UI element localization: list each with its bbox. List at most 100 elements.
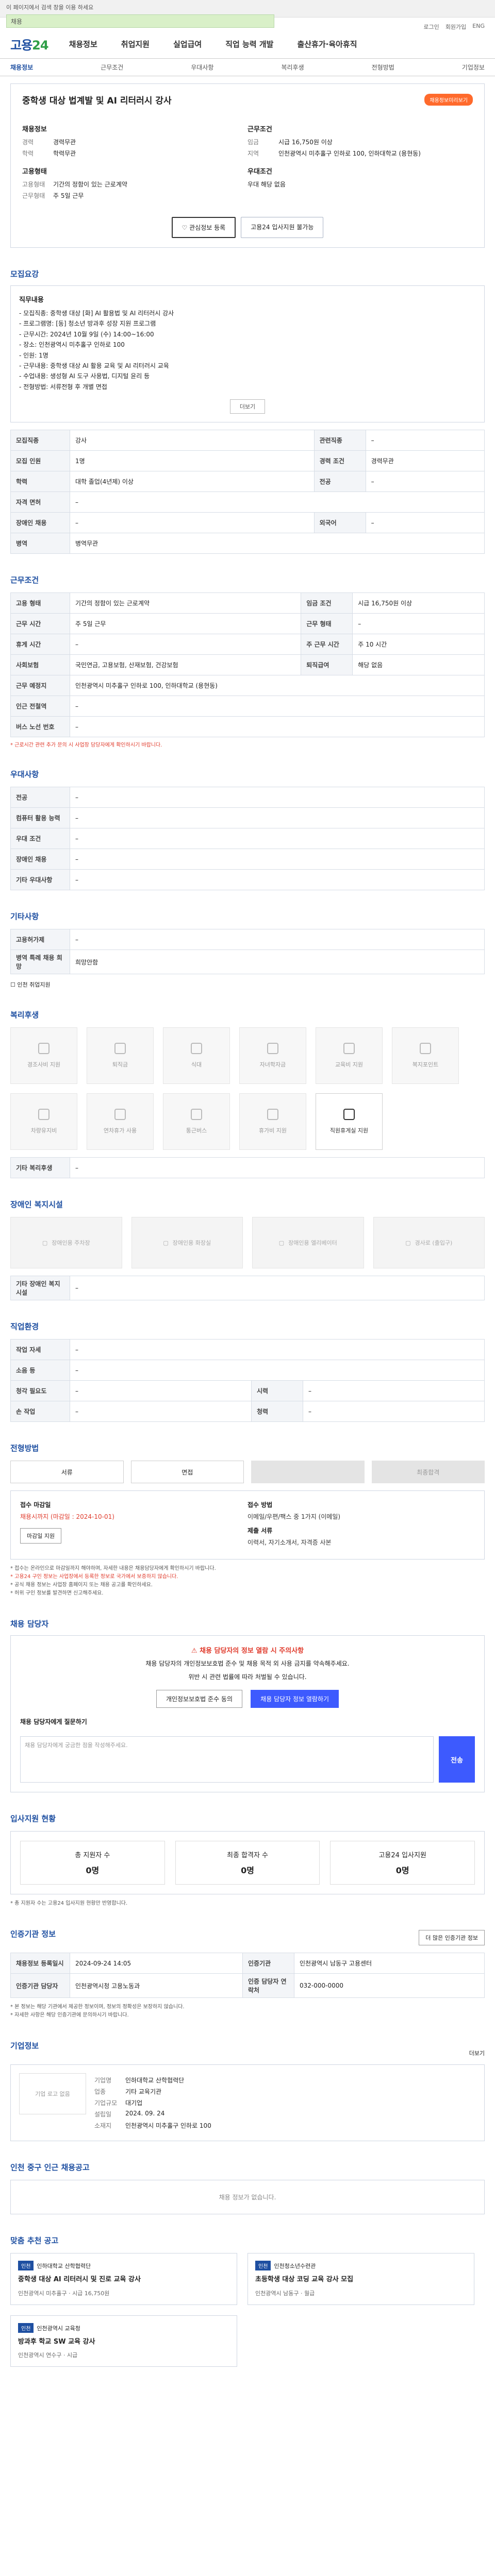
table-cell: 병역 [10, 533, 70, 554]
section-title-selection: 전형방법 [10, 1444, 39, 1453]
gnb-jobs[interactable]: 채용정보 [69, 39, 97, 49]
table-cell: – [70, 787, 485, 808]
point-icon [420, 1043, 431, 1055]
etc-check[interactable]: ☐ 인천 취업지원 [10, 980, 485, 989]
send-button[interactable]: 전송 [439, 1736, 475, 1783]
table-cell: – [70, 828, 485, 850]
table-cell: 주 근무 시간 [301, 634, 353, 655]
company-more-link[interactable]: 더보기 [469, 2049, 485, 2057]
table-cell: 기타 복리후생 [10, 1157, 70, 1179]
table-cell: 해당 없음 [352, 654, 485, 676]
info-row: 학력 학력무관 [22, 150, 76, 157]
table-cell: 학력 [10, 471, 70, 493]
table-row: 소음 등 – [10, 1360, 485, 1381]
duty-box: 직무내용 - 모집직종: 중학생 대상 [화] AI 활용법 및 AI 리터러시… [10, 285, 485, 423]
gnb-leave[interactable]: 출산휴가·육아휴직 [297, 39, 357, 49]
table-cell: 병역무관 [70, 533, 485, 554]
meal-icon [191, 1043, 202, 1055]
table-row: 인근 전철역 – [10, 696, 485, 717]
section-title-disabled: 장애인 복지시설 [10, 1200, 63, 1210]
heart-icon: ♡ [182, 224, 190, 231]
welfare-tile: 연차휴가 사용 [87, 1093, 154, 1150]
selection-steps: 서류 면접 최종합격 [10, 1461, 485, 1484]
table-row: 모집직종 강사 관련직종 – [10, 430, 485, 451]
disabled-tiles: ▢ 장애인용 주차장 ▢ 장애인용 화장실 ▢ 장애인용 엘리베이터 ▢ 경사로 (출입… [10, 1217, 485, 1269]
apply-button[interactable]: 고용24 입사지원 불가능 [241, 217, 324, 238]
stat-card: 고용24 입사지원 0명 [330, 1841, 475, 1885]
work-head: 근무조건 [248, 126, 272, 133]
job-card[interactable]: 인천 인천청소년수련관 초등학생 대상 코딩 교육 강사 모집 인천광역시 남동구 ·… [248, 2253, 474, 2305]
scrap-button[interactable]: ♡ 관심정보 등록 [171, 217, 236, 238]
contact-box: ⚠ 채용 담당자의 정보 열람 시 주의사항 채용 담당자의 개인정보보호법 준… [10, 1635, 485, 1793]
disabled-etc-table: 기타 장애인 복지시설 – [10, 1276, 485, 1301]
agency-table: 채용정보 등록일시 2024-09-24 14:05 인증기관 인천광역시 남동구 고… [10, 1953, 485, 1998]
table-cell: 인근 전철역 [10, 696, 70, 717]
table-row: 컴퓨터 활용 능력 – [10, 807, 485, 829]
welfare-tile: 경조사비 지원 [10, 1027, 77, 1084]
tab-conditions[interactable]: 근무조건 [101, 63, 123, 72]
table-cell: – [365, 471, 485, 493]
login-link[interactable]: 로그인 [423, 23, 439, 31]
step-interview: 면접 [130, 1461, 244, 1484]
gnb-benefit[interactable]: 실업급여 [173, 39, 202, 49]
section-title-nearby: 인천 중구 인근 채용공고 [10, 2163, 90, 2173]
more-button[interactable]: 더보기 [229, 399, 266, 414]
table-row: 자격 면허 – [10, 492, 485, 513]
recommend-cards: 인천 인하대학교 산학협력단 중학생 대상 AI 리터러시 및 진로 교육 강사 인천… [10, 2253, 485, 2367]
agree-button[interactable]: 개인정보보호법 준수 동의 [156, 1690, 243, 1708]
table-cell: 인증 담당자 연락처 [242, 1973, 294, 1998]
table-cell: 032-000-0000 [293, 1973, 485, 1998]
stats-note: * 총 지원자 수는 고용24 입사지원 현황만 반영합니다. [10, 1901, 128, 1907]
tab-selection[interactable]: 전형방법 [372, 63, 394, 72]
table-cell: 휴게 시간 [10, 634, 70, 655]
tab-welfare[interactable]: 복리후생 [281, 63, 304, 72]
job-card[interactable]: 인천 인천광역시 교육청 방과후 학교 SW 교육 강사 인천광역시 연수구 · 시급 [10, 2315, 237, 2367]
site-logo[interactable]: 고용24 [10, 35, 49, 53]
gnb-support[interactable]: 취업지원 [121, 39, 150, 49]
tab-recruit[interactable]: 채용정보 [10, 63, 33, 72]
nearby-empty: 채용 정보가 없습니다. [10, 2180, 485, 2215]
agency-more-button[interactable]: 더 많은 인증기관 정보 [419, 1930, 485, 1946]
table-cell: – [303, 1401, 485, 1422]
apply-notes: * 접수는 온라인으로 마감일까지 해야하며, 자세한 내용은 채용담당자에게 … [10, 1566, 216, 1597]
table-cell: 주 10 시간 [352, 634, 485, 655]
section-title-company: 기업정보 [10, 2041, 39, 2051]
company-logo: 기업 로고 없음 [19, 2073, 86, 2115]
table-cell: – [352, 613, 485, 635]
table-row: 인증기관 담당자 인천광역시청 고용노동과 인증 담당자 연락처 032-000-00… [10, 1973, 485, 1998]
info-row: 우대 해당 없음 [248, 181, 286, 188]
welfare-tile: 자녀학자금 [239, 1027, 306, 1084]
table-cell: – [70, 1380, 252, 1402]
table-row: 고용허가제 – [10, 929, 485, 951]
welfare-tile: 차량유지비 [10, 1093, 77, 1150]
info-row: 경력 경력무관 [22, 139, 76, 146]
preferences-table: 전공 – 컴퓨터 활용 능력 – 우대 조건 – 장애인 채용 – 기타 우대사항 – [10, 787, 485, 891]
table-cell: 버스 노선 번호 [10, 716, 70, 738]
tab-company[interactable]: 기업정보 [462, 63, 485, 72]
environment-table: 작업 자세 – 소음 등 – 청각 필요도 – 시력 – 손 작업 – 청력 – [10, 1339, 485, 1422]
ramp-icon: ▢ [405, 1239, 411, 1246]
tab-preferences[interactable]: 우대사항 [191, 63, 213, 72]
table-cell: 인천광역시 남동구 고용센터 [293, 1953, 485, 1974]
table-row: 버스 노선 번호 – [10, 716, 485, 738]
section-title-conditions: 근무조건 [10, 575, 39, 585]
conditions-note: * 근로시간 관련 추가 문의 시 사업장 담당자에게 확인하시기 바랍니다. [10, 742, 162, 749]
view-contact-button[interactable]: 채용 담당자 정보 열람하기 [251, 1690, 339, 1708]
question-input[interactable]: 채용 담당자에게 궁금한 점을 작성해주세요. [20, 1736, 434, 1783]
table-cell: 고용허가제 [10, 929, 70, 951]
facility-tile: ▢ 장애인용 엘리베이터 [252, 1217, 364, 1269]
table-cell: 모집직종 [10, 430, 70, 451]
table-cell: – [70, 807, 485, 829]
facility-tile: ▢ 장애인용 주차장 [10, 1217, 122, 1269]
job-card[interactable]: 인천 인하대학교 산학협력단 중학생 대상 AI 리터러시 및 진로 교육 강사 인천… [10, 2253, 237, 2305]
gnb-training[interactable]: 직업 능력 개발 [225, 39, 273, 49]
deadline-button[interactable]: 마감일 지원 [20, 1528, 62, 1544]
info-row: 임금 시급 16,750원 이상 [248, 139, 333, 146]
language-link[interactable]: ENG [472, 23, 485, 31]
signup-link[interactable]: 회원가입 [446, 23, 466, 31]
pref-head: 우대조건 [248, 168, 272, 176]
table-cell: 대학 졸업(4년제) 이상 [70, 471, 315, 493]
job-title: 중학생 대상 법계발 및 AI 리터러시 강사 [22, 96, 172, 106]
table-cell: 고용 형태 [10, 592, 70, 614]
table-cell: 모집 인원 [10, 450, 70, 472]
